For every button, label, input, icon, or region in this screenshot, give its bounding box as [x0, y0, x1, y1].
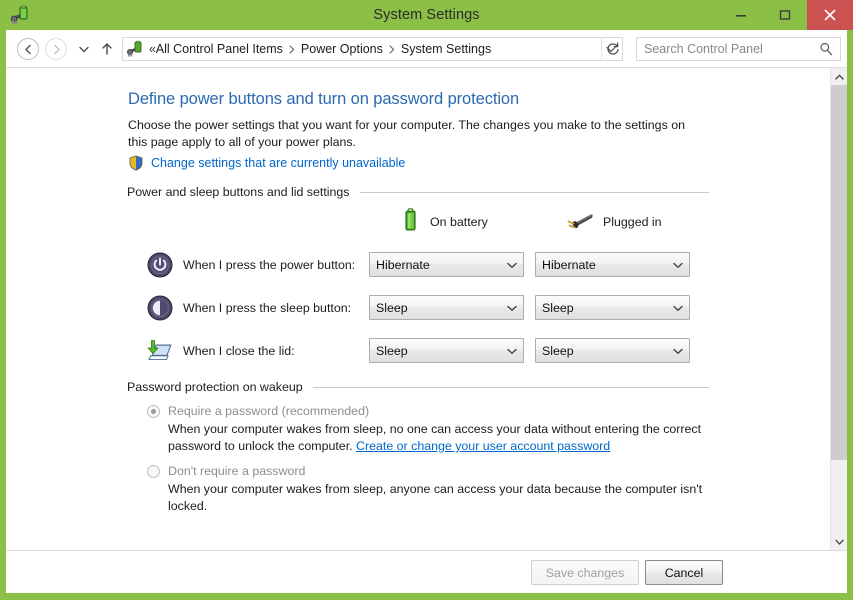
power-button-battery-select[interactable]: Do nothingSleepHibernateShut downTurn of… — [369, 252, 524, 277]
close-lid-battery-select[interactable]: Do nothingSleepHibernateShut down — [369, 338, 524, 363]
title-bar: System Settings — [0, 0, 853, 30]
column-label-on-battery: On battery — [430, 215, 488, 229]
sleep-button-battery-select[interactable]: Do nothingSleepHibernateShut downTurn of… — [369, 295, 524, 320]
setting-label-power-button: When I press the power button: — [183, 258, 356, 272]
sleep-button-plugged-combo[interactable]: Do nothingSleepHibernateShut downTurn of… — [535, 295, 690, 320]
close-lid-plugged-combo[interactable]: Do nothingSleepHibernateShut down — [535, 338, 690, 363]
uac-link-label[interactable]: Change settings that are currently unava… — [151, 156, 405, 170]
control-panel-icon — [127, 40, 145, 58]
breadcrumb-item-0[interactable]: All Control Panel Items — [156, 42, 283, 56]
refresh-button[interactable] — [601, 37, 624, 61]
power-button-plugged-select[interactable]: Do nothingSleepHibernateShut downTurn of… — [535, 252, 690, 277]
setting-label-sleep-button: When I press the sleep button: — [183, 301, 352, 315]
password-group-label: Password protection on wakeup — [127, 380, 303, 394]
radio-require-password-line[interactable]: Require a password (recommended) — [147, 403, 718, 419]
column-header-plugged-in: Plugged in — [564, 208, 662, 236]
back-button[interactable] — [17, 38, 39, 60]
setting-row-sleep-button: When I press the sleep button: Do nothin… — [6, 292, 826, 324]
setting-row-power-button: When I press the power button: Do nothin… — [6, 249, 826, 281]
cancel-button[interactable]: Cancel — [645, 560, 723, 585]
scroll-up-button[interactable] — [831, 68, 847, 85]
radio-require-password-label: Require a password (recommended) — [168, 404, 370, 418]
group-divider — [359, 191, 709, 193]
power-plug-icon — [564, 207, 594, 238]
power-buttons-group-label: Power and sleep buttons and lid settings — [127, 185, 350, 199]
recent-locations-button[interactable] — [75, 38, 93, 60]
sleep-button-battery-combo[interactable]: Do nothingSleepHibernateShut downTurn of… — [369, 295, 524, 320]
maximize-button[interactable] — [763, 0, 807, 30]
minimize-button[interactable] — [719, 0, 763, 30]
column-label-plugged-in: Plugged in — [603, 215, 662, 229]
change-unavailable-settings-link[interactable]: Change settings that are currently unava… — [128, 155, 405, 171]
uac-shield-icon — [128, 155, 144, 171]
save-changes-button[interactable]: Save changes — [531, 560, 639, 585]
radio-require-password-input[interactable] — [147, 405, 160, 418]
power-buttons-group-header: Power and sleep buttons and lid settings — [127, 185, 709, 199]
navigation-bar: « All Control Panel Items Power Options … — [6, 30, 847, 68]
password-group-header: Password protection on wakeup — [127, 380, 709, 394]
radio-no-password-label: Don't require a password — [168, 464, 306, 478]
page-title: Define power buttons and turn on passwor… — [128, 90, 520, 108]
power-button-plugged-combo[interactable]: Do nothingSleepHibernateShut downTurn of… — [535, 252, 690, 277]
setting-row-close-lid: When I close the lid: Do nothingSleepHib… — [6, 335, 826, 367]
radio-option-no-password[interactable]: Don't require a password When your compu… — [147, 463, 718, 515]
radio-no-password-input[interactable] — [147, 465, 160, 478]
column-headers: On battery Plugged in — [6, 207, 826, 238]
close-lid-plugged-select[interactable]: Do nothingSleepHibernateShut down — [535, 338, 690, 363]
address-bar[interactable]: « All Control Panel Items Power Options … — [122, 37, 623, 61]
breadcrumb-separator-icon[interactable] — [289, 44, 295, 54]
close-lid-battery-combo[interactable]: Do nothingSleepHibernateShut down — [369, 338, 524, 363]
breadcrumb-item-1[interactable]: Power Options — [301, 42, 383, 56]
battery-icon — [399, 207, 421, 238]
scroll-down-button[interactable] — [831, 533, 847, 550]
up-level-button[interactable] — [97, 38, 117, 60]
power-button-icon — [147, 252, 173, 278]
laptop-lid-icon — [147, 338, 173, 364]
vertical-scrollbar[interactable] — [830, 68, 847, 550]
breadcrumb-overflow[interactable]: « — [149, 42, 156, 56]
dialog-footer: Save changes Cancel — [6, 550, 847, 593]
settings-form: Define power buttons and turn on passwor… — [6, 68, 826, 550]
search-input[interactable]: Search Control Panel — [636, 37, 841, 61]
scrollbar-thumb[interactable] — [831, 85, 847, 460]
page-intro-text: Choose the power settings that you want … — [128, 118, 685, 149]
close-button[interactable] — [807, 0, 853, 30]
radio-no-password-description: When your computer wakes from sleep, any… — [168, 482, 703, 513]
radio-option-require-password[interactable]: Require a password (recommended) When yo… — [147, 403, 718, 455]
power-button-battery-combo[interactable]: Do nothingSleepHibernateShut downTurn of… — [369, 252, 524, 277]
search-icon[interactable] — [819, 42, 833, 56]
radio-require-password-description: When your computer wakes from sleep, no … — [168, 421, 718, 455]
breadcrumb-separator-icon[interactable] — [389, 44, 395, 54]
create-change-password-link[interactable]: Create or change your user account passw… — [356, 439, 610, 453]
search-placeholder: Search Control Panel — [644, 42, 763, 56]
group-divider — [312, 386, 709, 388]
content-pane: Define power buttons and turn on passwor… — [6, 68, 847, 550]
setting-label-close-lid: When I close the lid: — [183, 344, 295, 358]
sleep-button-icon — [147, 295, 173, 321]
system-settings-window: System Settings « All Control Panel Item… — [0, 0, 853, 600]
column-header-on-battery: On battery — [399, 207, 488, 238]
caption-button-group — [719, 0, 853, 30]
sleep-button-plugged-select[interactable]: Do nothingSleepHibernateShut downTurn of… — [535, 295, 690, 320]
breadcrumb-item-2[interactable]: System Settings — [401, 42, 491, 56]
forward-button[interactable] — [45, 38, 67, 60]
radio-no-password-line[interactable]: Don't require a password — [147, 463, 718, 479]
